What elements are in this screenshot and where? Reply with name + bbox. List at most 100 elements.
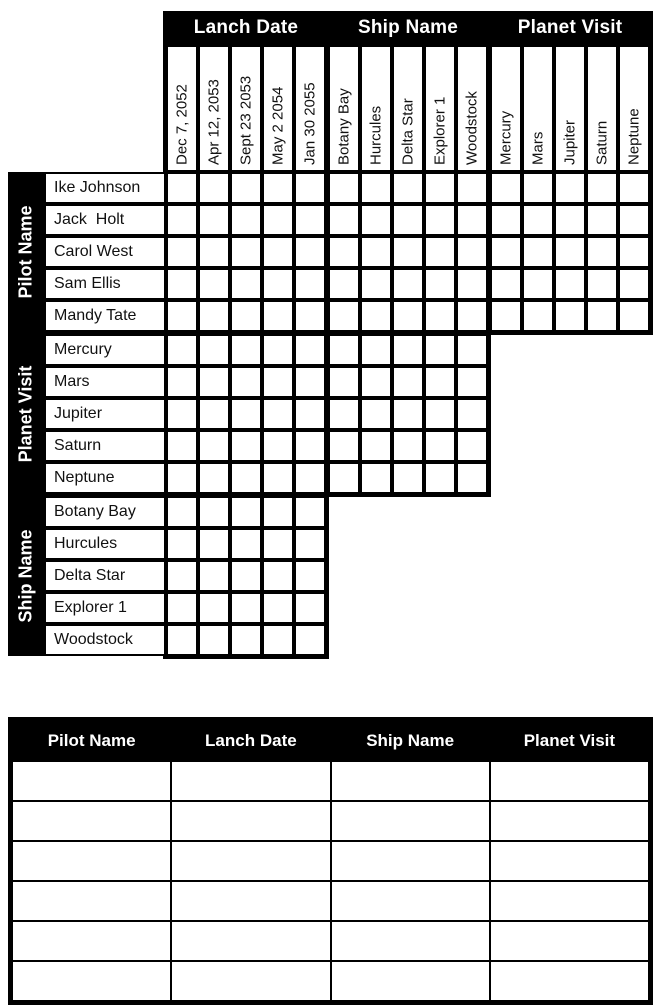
grid-cell[interactable] bbox=[198, 366, 230, 398]
grid-cell[interactable] bbox=[198, 624, 230, 656]
answer-cell-ship-name[interactable] bbox=[329, 880, 491, 922]
grid-cell[interactable] bbox=[294, 528, 326, 560]
answer-cell-planet-visit[interactable] bbox=[488, 960, 651, 1002]
grid-cell[interactable] bbox=[392, 172, 424, 204]
grid-cell[interactable] bbox=[456, 366, 488, 398]
answer-cell-ship-name[interactable] bbox=[329, 840, 491, 882]
grid-cell[interactable] bbox=[166, 334, 198, 366]
answer-cell-pilot-name[interactable] bbox=[10, 920, 173, 962]
grid-cell[interactable] bbox=[230, 268, 262, 300]
grid-cell[interactable] bbox=[294, 204, 326, 236]
grid-cell[interactable] bbox=[230, 528, 262, 560]
grid-cell[interactable] bbox=[328, 430, 360, 462]
grid-cell[interactable] bbox=[424, 204, 456, 236]
answer-cell-lanch-date[interactable] bbox=[170, 800, 332, 842]
answer-cell-planet-visit[interactable] bbox=[488, 760, 651, 802]
grid-cell[interactable] bbox=[230, 204, 262, 236]
grid-cell[interactable] bbox=[424, 462, 456, 494]
grid-cell[interactable] bbox=[392, 430, 424, 462]
grid-cell[interactable] bbox=[586, 268, 618, 300]
grid-cell[interactable] bbox=[198, 300, 230, 332]
grid-cell[interactable] bbox=[360, 366, 392, 398]
grid-cell[interactable] bbox=[262, 430, 294, 462]
grid-cell[interactable] bbox=[230, 236, 262, 268]
grid-cell[interactable] bbox=[586, 172, 618, 204]
answer-cell-planet-visit[interactable] bbox=[488, 800, 651, 842]
grid-cell[interactable] bbox=[294, 560, 326, 592]
grid-cell[interactable] bbox=[166, 204, 198, 236]
grid-cell[interactable] bbox=[166, 430, 198, 462]
grid-cell[interactable] bbox=[392, 268, 424, 300]
grid-cell[interactable] bbox=[522, 300, 554, 332]
answer-cell-pilot-name[interactable] bbox=[10, 960, 173, 1002]
grid-cell[interactable] bbox=[294, 300, 326, 332]
grid-cell[interactable] bbox=[392, 300, 424, 332]
answer-cell-pilot-name[interactable] bbox=[10, 760, 173, 802]
grid-cell[interactable] bbox=[166, 236, 198, 268]
grid-cell[interactable] bbox=[262, 236, 294, 268]
answer-cell-lanch-date[interactable] bbox=[170, 960, 332, 1002]
answer-cell-lanch-date[interactable] bbox=[170, 920, 332, 962]
grid-cell[interactable] bbox=[262, 300, 294, 332]
grid-cell[interactable] bbox=[262, 496, 294, 528]
grid-cell[interactable] bbox=[166, 560, 198, 592]
grid-cell[interactable] bbox=[328, 300, 360, 332]
grid-cell[interactable] bbox=[328, 462, 360, 494]
grid-cell[interactable] bbox=[166, 496, 198, 528]
grid-cell[interactable] bbox=[424, 366, 456, 398]
grid-cell[interactable] bbox=[490, 268, 522, 300]
grid-cell[interactable] bbox=[618, 268, 650, 300]
grid-cell[interactable] bbox=[618, 172, 650, 204]
grid-cell[interactable] bbox=[456, 236, 488, 268]
grid-cell[interactable] bbox=[360, 236, 392, 268]
grid-cell[interactable] bbox=[230, 366, 262, 398]
grid-cell[interactable] bbox=[490, 204, 522, 236]
grid-cell[interactable] bbox=[166, 462, 198, 494]
grid-cell[interactable] bbox=[294, 624, 326, 656]
grid-cell[interactable] bbox=[328, 236, 360, 268]
grid-cell[interactable] bbox=[230, 398, 262, 430]
grid-cell[interactable] bbox=[230, 592, 262, 624]
grid-cell[interactable] bbox=[586, 204, 618, 236]
grid-cell[interactable] bbox=[230, 300, 262, 332]
grid-cell[interactable] bbox=[198, 268, 230, 300]
grid-cell[interactable] bbox=[166, 366, 198, 398]
grid-cell[interactable] bbox=[166, 300, 198, 332]
grid-cell[interactable] bbox=[424, 430, 456, 462]
grid-cell[interactable] bbox=[424, 334, 456, 366]
grid-cell[interactable] bbox=[554, 236, 586, 268]
grid-cell[interactable] bbox=[230, 560, 262, 592]
grid-cell[interactable] bbox=[166, 172, 198, 204]
grid-cell[interactable] bbox=[198, 462, 230, 494]
answer-cell-pilot-name[interactable] bbox=[10, 840, 173, 882]
grid-cell[interactable] bbox=[360, 334, 392, 366]
grid-cell[interactable] bbox=[262, 334, 294, 366]
grid-cell[interactable] bbox=[424, 398, 456, 430]
grid-cell[interactable] bbox=[618, 204, 650, 236]
answer-cell-lanch-date[interactable] bbox=[170, 760, 332, 802]
grid-cell[interactable] bbox=[294, 398, 326, 430]
answer-cell-ship-name[interactable] bbox=[329, 960, 491, 1002]
grid-cell[interactable] bbox=[198, 398, 230, 430]
grid-cell[interactable] bbox=[360, 204, 392, 236]
grid-cell[interactable] bbox=[262, 172, 294, 204]
answer-cell-ship-name[interactable] bbox=[329, 760, 491, 802]
grid-cell[interactable] bbox=[230, 624, 262, 656]
grid-cell[interactable] bbox=[294, 236, 326, 268]
grid-cell[interactable] bbox=[456, 204, 488, 236]
grid-cell[interactable] bbox=[360, 430, 392, 462]
grid-cell[interactable] bbox=[294, 172, 326, 204]
grid-cell[interactable] bbox=[618, 236, 650, 268]
grid-cell[interactable] bbox=[262, 592, 294, 624]
grid-cell[interactable] bbox=[262, 528, 294, 560]
grid-cell[interactable] bbox=[198, 430, 230, 462]
grid-cell[interactable] bbox=[166, 528, 198, 560]
grid-cell[interactable] bbox=[522, 172, 554, 204]
grid-cell[interactable] bbox=[262, 624, 294, 656]
grid-cell[interactable] bbox=[456, 172, 488, 204]
grid-cell[interactable] bbox=[490, 236, 522, 268]
grid-cell[interactable] bbox=[166, 268, 198, 300]
answer-cell-planet-visit[interactable] bbox=[488, 840, 651, 882]
grid-cell[interactable] bbox=[424, 268, 456, 300]
grid-cell[interactable] bbox=[554, 172, 586, 204]
